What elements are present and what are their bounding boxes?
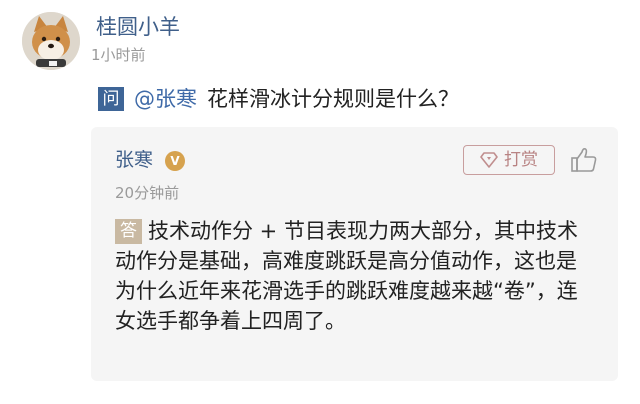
question: 问 @张寒 花样滑冰计分规则是什么？	[98, 86, 459, 112]
tip-button[interactable]: 打赏	[463, 145, 555, 175]
tip-button-label: 打赏	[504, 150, 538, 170]
question-mention-link[interactable]: @张寒	[134, 86, 197, 112]
diamond-tip-icon	[480, 152, 498, 168]
post-timestamp: 1小时前	[91, 46, 146, 64]
shiba-dog-avatar-icon	[22, 12, 80, 70]
verified-v-icon: V	[165, 151, 185, 171]
answer-card: 张寒 V 20分钟前 打赏 答技术动作分 + 节目表现力两大部分，其中技术动作分…	[91, 127, 618, 381]
thumbs-up-icon	[571, 148, 597, 172]
answer-badge: 答	[115, 219, 142, 244]
answer-timestamp: 20分钟前	[115, 184, 180, 202]
post-author-name[interactable]: 桂圆小羊	[96, 13, 180, 41]
answer-text: 技术动作分 + 节目表现力两大部分，其中技术动作分是基础，高难度跳跃是高分值动作…	[115, 219, 578, 333]
avatar[interactable]	[22, 12, 80, 70]
question-badge: 问	[98, 87, 124, 111]
like-button[interactable]	[569, 145, 599, 175]
answer-author-name[interactable]: 张寒	[115, 148, 153, 172]
question-text: 花样滑冰计分规则是什么？	[207, 87, 459, 111]
answer-body: 答技术动作分 + 节目表现力两大部分，其中技术动作分是基础，高难度跳跃是高分值动…	[115, 216, 595, 336]
qa-post: 桂圆小羊 1小时前 问 @张寒 花样滑冰计分规则是什么？ 张寒 V 20分钟前 …	[0, 0, 640, 404]
